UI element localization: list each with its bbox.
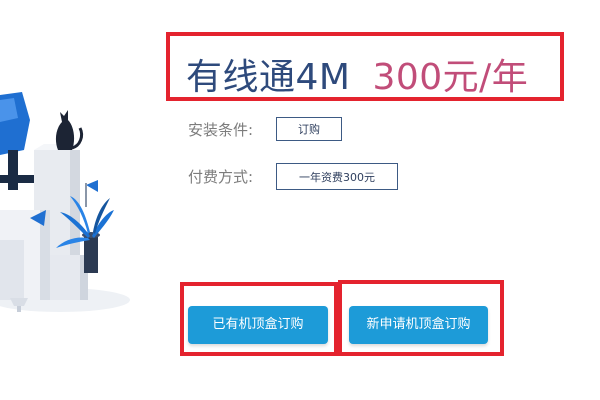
install-condition-option[interactable]: 订购 xyxy=(276,117,342,141)
decorative-illustration xyxy=(0,0,150,400)
install-condition-label: 安装条件: xyxy=(188,120,254,139)
install-condition-row: 安装条件: 订购 xyxy=(188,117,342,141)
payment-method-label: 付费方式: xyxy=(188,168,254,186)
order-with-new-box-button[interactable]: 新申请机顶盒订购 xyxy=(349,306,488,344)
order-with-existing-box-button[interactable]: 已有机顶盒订购 xyxy=(188,306,328,344)
package-name: 有线通4M xyxy=(186,57,351,98)
payment-method-option[interactable]: 一年资费300元 xyxy=(276,163,398,190)
package-title: 有线通4M 300元/年 xyxy=(186,48,528,98)
payment-method-row: 付费方式: 一年资费300元 xyxy=(188,163,398,190)
package-price: 300元/年 xyxy=(372,57,529,98)
